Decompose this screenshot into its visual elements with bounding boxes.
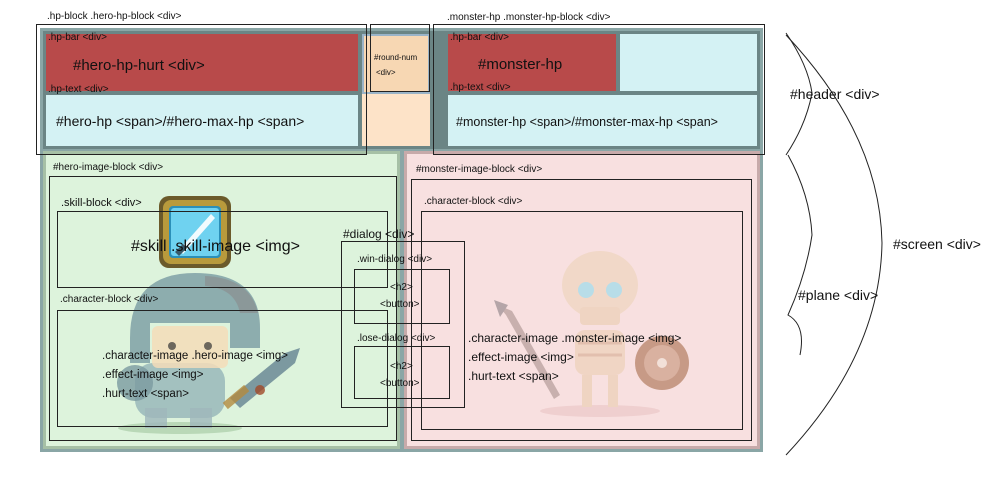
win-dialog-outline: [354, 269, 450, 324]
hero-hp-text-label: .hp-text <div>: [48, 84, 109, 95]
skill-image-label: #skill .skill-image <img>: [131, 238, 300, 255]
hero-image-line-3: .hurt-text <span>: [102, 388, 189, 400]
hero-hp-hurt-label: #hero-hp-hurt <div>: [73, 57, 205, 74]
screen-label: #screen <div>: [893, 236, 981, 252]
hero-image-line-2: .effect-image <img>: [102, 369, 204, 381]
monster-hp-text-label: .hp-text <div>: [450, 82, 511, 93]
hero-hp-bar-label: .hp-bar <div>: [48, 32, 107, 43]
round-num-label-1: #round-num: [374, 53, 418, 62]
lose-dialog-button: <button>: [380, 378, 420, 389]
lose-dialog-h2: <h2>: [390, 361, 413, 372]
monster-character-block-label: .character-block <div>: [424, 196, 523, 207]
monster-hp-block-label: .monster-hp .monster-hp-block <div>: [447, 12, 611, 23]
monster-character-block-outline: [421, 211, 743, 430]
monster-hp-label: #monster-hp: [478, 56, 563, 73]
hero-character-block-label: .character-block <div>: [60, 294, 159, 305]
lose-dialog-label: .lose-dialog <div>: [357, 333, 436, 344]
monster-image-line-3: .hurt-text <span>: [468, 369, 559, 383]
plane-label: #plane <div>: [798, 287, 879, 303]
hero-image-line-1: .character-image .hero-image <img>: [102, 350, 288, 362]
skill-block-label: .skill-block <div>: [61, 197, 142, 209]
hero-image-block-label: #hero-image-block <div>: [53, 162, 164, 173]
monster-image-block-label: #monster-image-block <div>: [416, 164, 543, 175]
monster-hp-bar-label: .hp-bar <div>: [450, 32, 509, 43]
round-num-label-2: <div>: [376, 68, 396, 77]
hero-hp-text: #hero-hp <span>/#hero-max-hp <span>: [56, 113, 305, 129]
header-label: #header <div>: [790, 86, 880, 102]
win-dialog-button: <button>: [380, 299, 420, 310]
hero-hp-block-label: .hp-block .hero-hp-block <div>: [47, 11, 182, 22]
monster-image-line-1: .character-image .monster-image <img>: [468, 331, 682, 345]
dialog-label: #dialog <div>: [343, 227, 415, 241]
monster-hp-text: #monster-hp <span>/#monster-max-hp <span…: [456, 115, 718, 129]
win-dialog-label: .win-dialog <div>: [357, 254, 433, 265]
win-dialog-h2: <h2>: [390, 282, 413, 293]
monster-image-line-2: .effect-image <img>: [468, 350, 574, 364]
